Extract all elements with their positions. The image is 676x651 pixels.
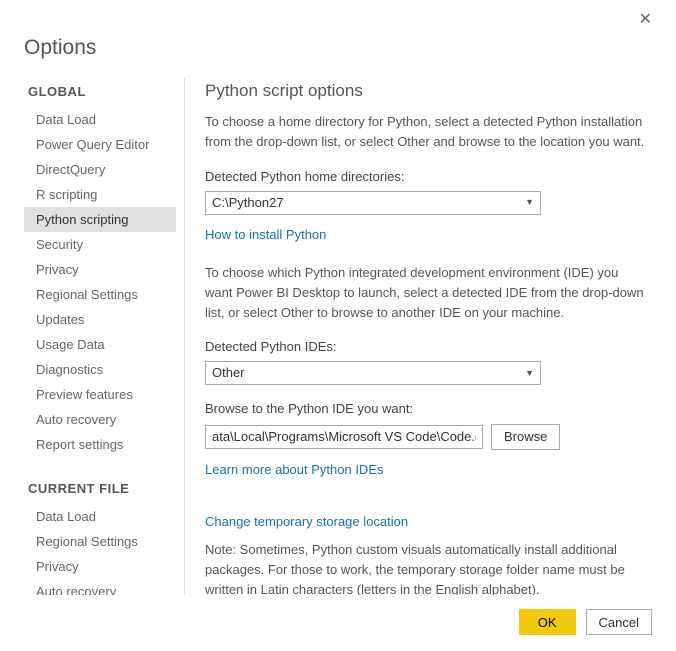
- sidebar-item-cf-privacy[interactable]: Privacy: [24, 554, 176, 579]
- sidebar-item-privacy[interactable]: Privacy: [24, 257, 176, 282]
- sidebar-item-usage-data[interactable]: Usage Data: [24, 332, 176, 357]
- change-storage-link[interactable]: Change temporary storage location: [205, 512, 408, 532]
- options-dialog: ✕ Options GLOBAL Data Load Power Query E…: [0, 0, 676, 651]
- sidebar-item-power-query-editor[interactable]: Power Query Editor: [24, 132, 176, 157]
- sidebar-section-global: GLOBAL: [28, 84, 176, 99]
- ide-path-input[interactable]: [205, 425, 483, 449]
- sidebar-item-cf-regional-settings[interactable]: Regional Settings: [24, 529, 176, 554]
- sidebar-item-regional-settings[interactable]: Regional Settings: [24, 282, 176, 307]
- dialog-body: GLOBAL Data Load Power Query Editor Dire…: [24, 78, 652, 595]
- browse-button[interactable]: Browse: [491, 424, 560, 450]
- chevron-down-icon: ▼: [525, 367, 534, 381]
- titlebar-row: ✕: [24, 12, 652, 30]
- sidebar-item-auto-recovery[interactable]: Auto recovery: [24, 407, 176, 432]
- content-heading: Python script options: [205, 78, 646, 104]
- sidebar-item-directquery[interactable]: DirectQuery: [24, 157, 176, 182]
- ide-dropdown[interactable]: Other ▼: [205, 361, 541, 385]
- sidebar-item-r-scripting[interactable]: R scripting: [24, 182, 176, 207]
- ide-value: Other: [212, 363, 245, 383]
- sidebar-item-report-settings[interactable]: Report settings: [24, 432, 176, 457]
- sidebar-section-current-file: CURRENT FILE: [28, 481, 176, 496]
- sidebar-item-diagnostics[interactable]: Diagnostics: [24, 357, 176, 382]
- sidebar-item-preview-features[interactable]: Preview features: [24, 382, 176, 407]
- vertical-divider: [184, 78, 185, 595]
- cancel-button[interactable]: Cancel: [586, 609, 652, 635]
- home-dir-value: C:\Python27: [212, 193, 284, 213]
- options-content: Python script options To choose a home d…: [205, 78, 652, 595]
- sidebar-item-python-scripting[interactable]: Python scripting: [24, 207, 176, 232]
- browse-label: Browse to the Python IDE you want:: [205, 399, 646, 419]
- sidebar-item-updates[interactable]: Updates: [24, 307, 176, 332]
- home-intro-text: To choose a home directory for Python, s…: [205, 112, 646, 152]
- sidebar-item-cf-data-load[interactable]: Data Load: [24, 504, 176, 529]
- learn-ides-link[interactable]: Learn more about Python IDEs: [205, 460, 384, 480]
- home-dir-dropdown[interactable]: C:\Python27 ▼: [205, 191, 541, 215]
- sidebar-item-data-load[interactable]: Data Load: [24, 107, 176, 132]
- home-dir-label: Detected Python home directories:: [205, 167, 646, 187]
- ide-intro-text: To choose which Python integrated develo…: [205, 263, 646, 323]
- browse-row: Browse: [205, 424, 646, 450]
- dialog-footer: OK Cancel: [24, 595, 652, 635]
- dialog-title: Options: [24, 36, 652, 60]
- close-icon[interactable]: ✕: [639, 12, 652, 30]
- sidebar-item-security[interactable]: Security: [24, 232, 176, 257]
- chevron-down-icon: ▼: [525, 196, 534, 210]
- ide-label: Detected Python IDEs:: [205, 337, 646, 357]
- storage-note: Note: Sometimes, Python custom visuals a…: [205, 540, 646, 595]
- install-python-link[interactable]: How to install Python: [205, 225, 326, 245]
- ok-button[interactable]: OK: [519, 609, 576, 635]
- options-sidebar[interactable]: GLOBAL Data Load Power Query Editor Dire…: [24, 78, 178, 595]
- sidebar-item-cf-auto-recovery[interactable]: Auto recovery: [24, 579, 176, 595]
